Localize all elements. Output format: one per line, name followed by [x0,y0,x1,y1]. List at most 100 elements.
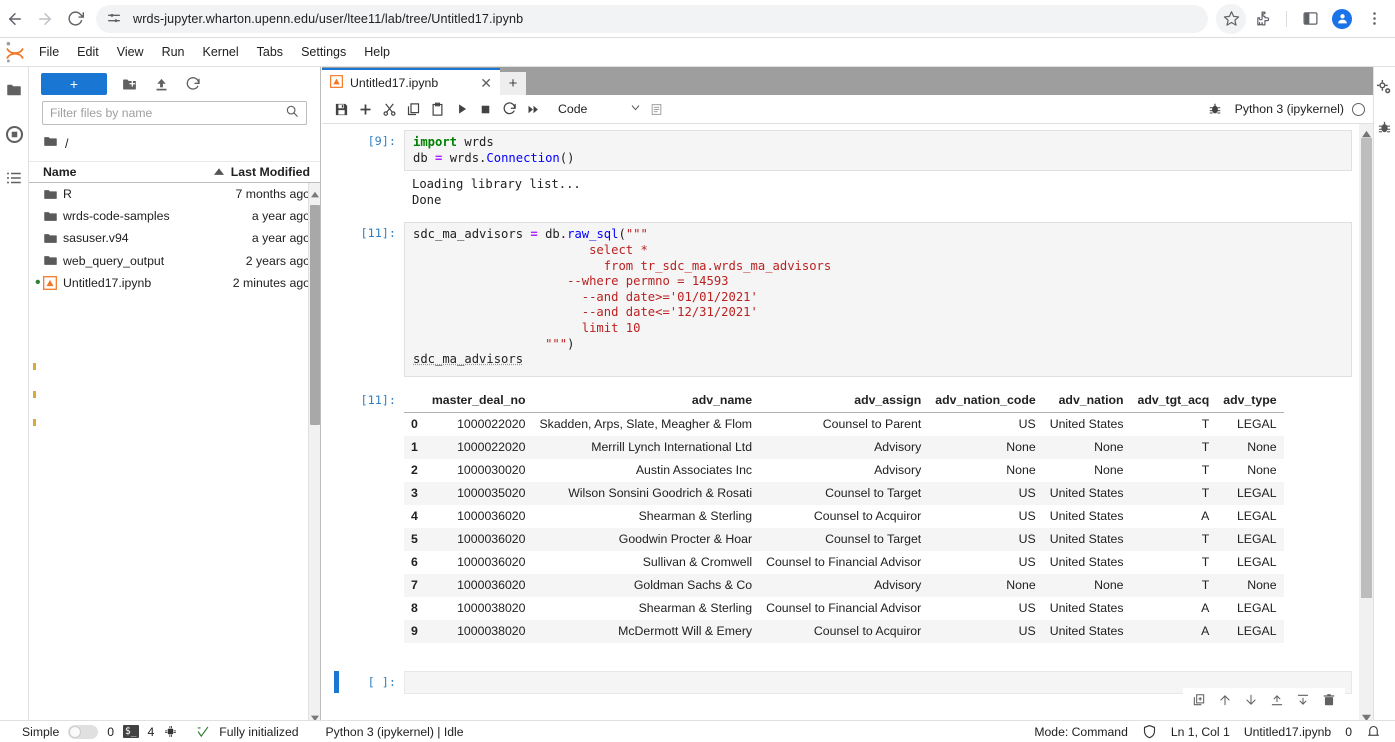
menu-run[interactable]: Run [153,41,194,64]
upload-icon[interactable] [151,74,171,94]
notebook-cell[interactable]: [9]: import wrds db = wrds.Connection() … [322,124,1352,210]
close-icon[interactable]: ✕ [480,76,492,90]
move-cell-down-icon[interactable] [1243,692,1259,708]
scroll-down-arrow-icon[interactable] [311,709,319,720]
scroll-up-arrow-icon[interactable] [1362,126,1371,138]
cut-icon[interactable] [378,98,401,121]
menu-edit[interactable]: Edit [68,41,108,64]
table-row: 9 1000038020 McDermott Will & Emery Coun… [404,619,1284,643]
table-of-contents-icon[interactable] [3,167,25,189]
search-icon[interactable] [285,104,299,123]
restart-run-all-icon[interactable] [522,98,545,121]
notebook-tab-bar: Untitled17.ipynb ✕ + [322,67,1373,95]
scrollbar-thumb[interactable] [1361,138,1372,598]
star-icon[interactable] [1216,3,1246,34]
move-cell-up-icon[interactable] [1217,692,1233,708]
notification-count: 0 [1345,724,1352,739]
code-editor[interactable]: import wrds db = wrds.Connection() [404,130,1352,172]
debugger-bug-icon[interactable] [1204,98,1227,121]
notebook-cell[interactable]: [11]: sdc_ma_advisors = db.raw_sql(""" s… [322,210,1352,377]
kernel-name-label[interactable]: Python 3 (ipykernel) [1235,102,1344,116]
code-editor[interactable]: sdc_ma_advisors = db.raw_sql(""" select … [404,222,1352,377]
simple-mode-toggle[interactable] [68,724,99,739]
add-cell-icon[interactable] [354,98,377,121]
chevron-down-icon[interactable] [629,101,642,117]
filter-input-wrapper[interactable] [42,101,307,125]
insert-cell-below-icon[interactable] [1295,692,1311,708]
insert-cell-above-icon[interactable] [1269,692,1285,708]
notebook-cell-active[interactable]: [ ]: [322,643,1352,694]
scroll-down-arrow-icon[interactable] [1362,709,1371,720]
cell-body: import wrds db = wrds.Connection() Loadi… [404,130,1352,210]
new-folder-icon[interactable] [119,74,139,94]
list-item[interactable]: • Untitled17.ipynb 2 minutes ago [29,272,320,294]
restart-icon[interactable] [498,98,521,121]
menu-kernel[interactable]: Kernel [194,41,248,64]
search-input[interactable] [50,106,285,120]
tab-untitled17[interactable]: Untitled17.ipynb ✕ [322,68,500,95]
bell-icon[interactable] [1366,724,1381,739]
side-panel-icon[interactable] [1295,4,1325,34]
cell-type-select[interactable]: Code [556,99,644,120]
site-settings-icon[interactable] [106,10,124,28]
duplicate-cell-icon[interactable] [1191,692,1207,708]
three-dot-menu-icon[interactable] [1359,4,1389,34]
column-header-last-modified[interactable]: Last Modified [213,165,310,179]
menu-file[interactable]: File [30,41,68,64]
address-bar[interactable]: wrds-jupyter.wharton.upenn.edu/user/ltee… [96,4,1208,33]
cell-index: 6 [411,555,418,570]
terminal-icon[interactable]: $_ [123,725,139,738]
notebook-scrollbar[interactable] [1359,124,1373,720]
reload-icon[interactable] [60,4,90,34]
debugger-icon[interactable] [1376,118,1394,136]
cell-type-value: Code [558,102,588,116]
property-inspector-icon[interactable] [1376,78,1394,96]
kernel-status-label[interactable]: Python 3 (ipykernel) | Idle [326,725,464,739]
breadcrumb[interactable]: / [29,125,320,161]
file-list-scrollbar[interactable] [308,183,320,720]
column-header-adv-tgt-acq: adv_tgt_acq [1130,388,1217,413]
cell-adv-tgt-acq: T [1201,417,1210,432]
new-launcher-button[interactable]: + [41,73,107,95]
column-header-name[interactable]: Name [43,165,214,179]
refresh-icon[interactable] [183,74,203,94]
stop-icon[interactable] [474,98,497,121]
new-tab-button[interactable]: + [500,72,526,95]
cell-adv-name: Goodwin Procter & Hoar [618,532,753,547]
list-item[interactable]: R 7 months ago [29,183,320,205]
notebook-panel-icon[interactable] [645,98,668,121]
menu-tabs[interactable]: Tabs [248,41,292,64]
delete-cell-icon[interactable] [1321,692,1337,708]
trusted-shield-icon[interactable] [1142,724,1157,739]
menu-view[interactable]: View [108,41,153,64]
file-name: Untitled17.ipynb [63,275,152,290]
list-item[interactable]: wrds-code-samples a year ago [29,205,320,227]
puzzle-icon[interactable] [1248,4,1278,34]
running-terminals-icon[interactable] [3,123,25,145]
left-activity-bar [0,67,29,720]
breadcrumb-root[interactable]: / [65,137,68,151]
profile-avatar-icon[interactable] [1327,4,1357,34]
column-header-adv-type: adv_type [1216,388,1284,413]
save-icon[interactable] [330,98,353,121]
copy-icon[interactable] [402,98,425,121]
forward-arrow-icon[interactable] [30,4,60,34]
run-icon[interactable] [450,98,473,121]
column-header-adv-assign: adv_assign [759,388,929,413]
menu-help[interactable]: Help [355,41,399,64]
menu-settings[interactable]: Settings [292,41,355,64]
cell-adv-nation-code: US [1018,417,1036,432]
paste-icon[interactable] [426,98,449,121]
file-browser-icon[interactable] [3,79,25,101]
kernel-chip-icon[interactable] [163,724,178,739]
scrollbar-thumb[interactable] [310,205,320,425]
kernel-idle-circle-icon[interactable] [1352,102,1365,116]
scroll-up-arrow-icon[interactable] [311,186,319,198]
cell-index: 3 [411,486,418,501]
cell-adv-assign: Counsel to Financial Advisor [766,555,922,570]
mode-label: Mode: Command [1034,724,1128,739]
list-item[interactable]: sasuser.v94 a year ago [29,227,320,249]
notebook-cell-output: [11]: master_deal_no adv_name adv_assign… [322,377,1352,643]
list-item[interactable]: web_query_output 2 years ago [29,250,320,272]
back-arrow-icon[interactable] [0,4,30,34]
